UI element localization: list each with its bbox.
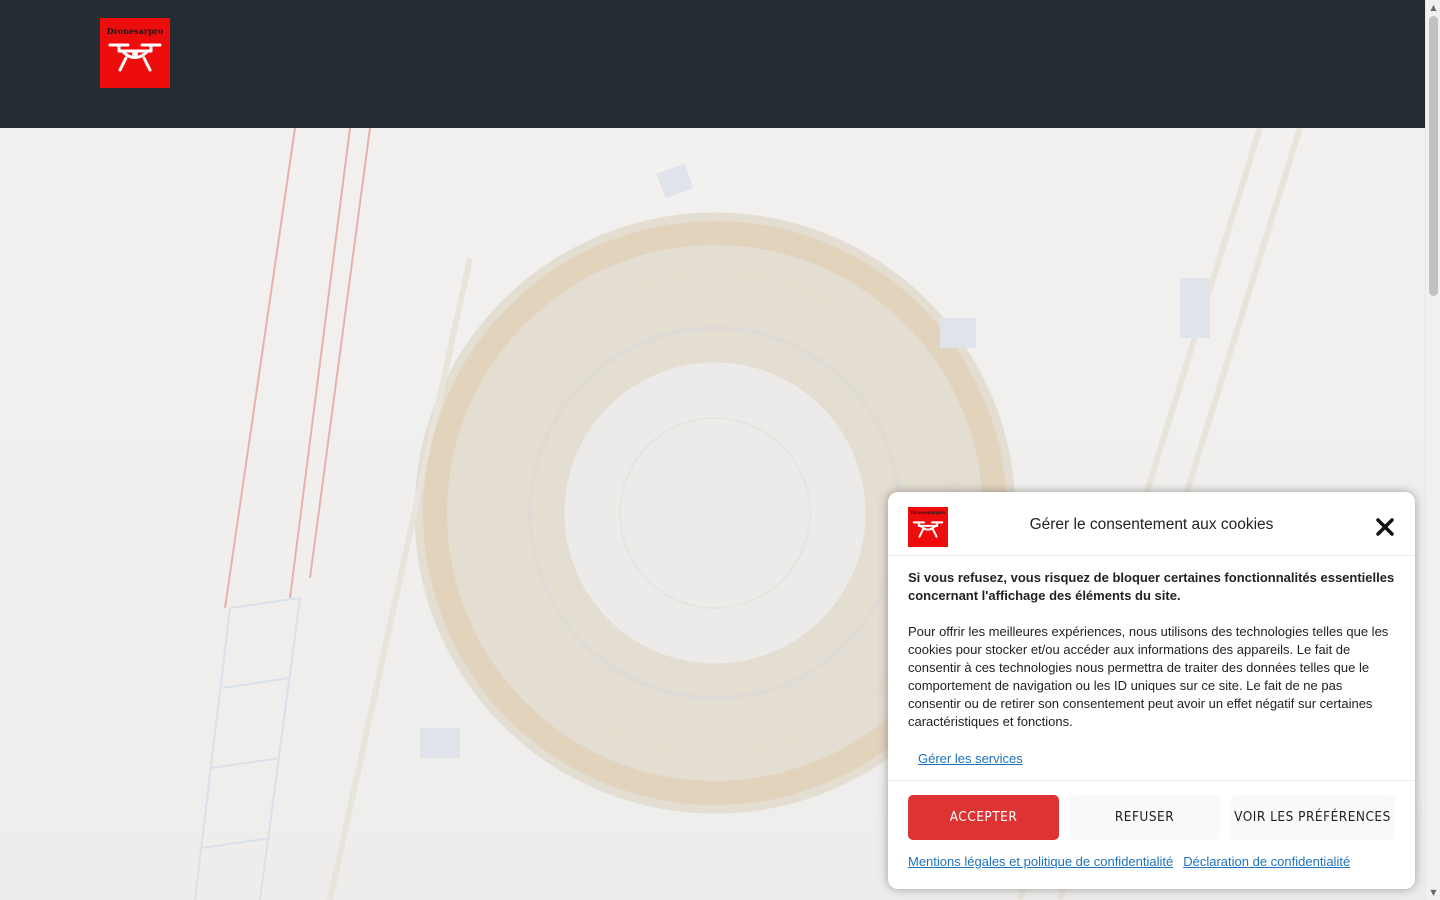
- legal-notice-link[interactable]: Mentions légales et politique de confide…: [908, 854, 1173, 869]
- site-header: Dronesarpro: [0, 0, 1425, 128]
- cookie-dialog-body: Si vous refusez, vous risquez de bloquer…: [908, 569, 1398, 731]
- refuse-button[interactable]: Refuser: [1069, 795, 1220, 840]
- cookie-dialog-header: Dronesarpro Gérer le consentement aux co…: [888, 492, 1415, 556]
- cookie-warning-text: Si vous refusez, vous risquez de bloquer…: [908, 570, 1395, 603]
- close-icon[interactable]: [1374, 516, 1396, 538]
- accept-button[interactable]: Accepter: [908, 795, 1059, 840]
- divider: [888, 780, 1415, 781]
- cookie-description-text: Pour offrir les meilleures expériences, …: [908, 624, 1389, 729]
- privacy-statement-link[interactable]: Déclaration de confidentialité: [1183, 854, 1350, 869]
- cookie-dialog-logo: Dronesarpro: [908, 507, 948, 547]
- cookie-consent-dialog: Dronesarpro Gérer le consentement aux co…: [888, 492, 1415, 889]
- scroll-up-icon[interactable]: ▲: [1426, 0, 1440, 15]
- view-preferences-button[interactable]: Voir les préférences: [1230, 795, 1395, 840]
- manage-services-link[interactable]: Gérer les services: [918, 751, 1023, 766]
- drone-icon: [912, 521, 944, 538]
- drone-icon: [108, 43, 162, 72]
- scroll-thumb[interactable]: [1429, 16, 1438, 296]
- cookie-policy-links: Mentions légales et politique de confide…: [908, 854, 1398, 869]
- scroll-down-icon[interactable]: ▼: [1426, 885, 1440, 900]
- site-logo[interactable]: Dronesarpro: [100, 18, 170, 88]
- cookie-dialog-title: Gérer le consentement aux cookies: [1029, 516, 1274, 533]
- page-scrollbar[interactable]: ▲ ▼: [1425, 0, 1440, 900]
